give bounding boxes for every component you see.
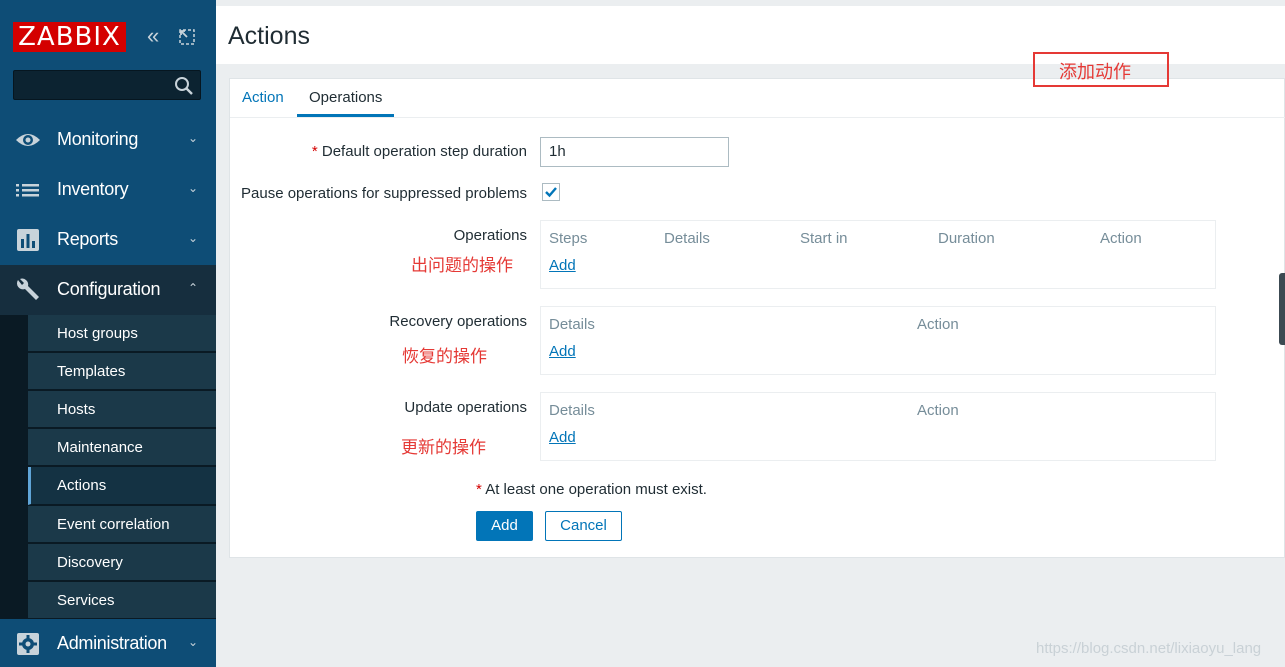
- menu-configuration[interactable]: Configuration ⌃: [0, 265, 216, 315]
- active-tab-indicator: [297, 114, 394, 117]
- column-header: Action: [917, 316, 959, 333]
- add-button[interactable]: Add: [476, 511, 533, 541]
- column-header: Details: [549, 402, 595, 419]
- sidebar-search-input[interactable]: [13, 70, 201, 100]
- submenu-templates[interactable]: Templates: [28, 353, 216, 390]
- operations-table: Steps Details Start in Duration Action A…: [540, 220, 1216, 289]
- hint-text: At least one operation must exist.: [485, 481, 707, 498]
- submenu-hosts[interactable]: Hosts: [28, 391, 216, 428]
- wrench-icon: [15, 278, 41, 302]
- operation-required-hint: * At least one operation must exist.: [476, 481, 707, 498]
- chevron-down-icon: ⌄: [188, 635, 199, 649]
- operations-note: 出问题的操作: [411, 256, 513, 276]
- submenu-label: Actions: [57, 477, 107, 494]
- pause-operations-label: Pause operations for suppressed problems: [241, 185, 527, 202]
- submenu-discovery[interactable]: Discovery: [28, 544, 216, 581]
- tab-action[interactable]: Action: [242, 89, 284, 106]
- zabbix-logo[interactable]: ZABBIX: [13, 22, 126, 52]
- submenu-label: Event correlation: [57, 516, 170, 533]
- submenu-label: Templates: [57, 363, 126, 380]
- submenu-label: Services: [57, 592, 115, 609]
- recovery-operations-table: Details Action Add: [540, 306, 1216, 375]
- collapse-sidebar-icon[interactable]: «: [147, 25, 167, 48]
- page-title: Actions: [228, 22, 310, 50]
- add-recovery-operation-link[interactable]: Add: [549, 343, 576, 360]
- menu-inventory[interactable]: Inventory ⌄: [0, 165, 216, 215]
- recovery-operations-label: Recovery operations: [389, 313, 527, 330]
- page-scrollbar-handle[interactable]: [1279, 273, 1285, 345]
- submenu-label: Host groups: [57, 325, 138, 342]
- recovery-operations-note: 恢复的操作: [402, 347, 487, 367]
- submenu-label: Hosts: [57, 401, 96, 418]
- chevron-up-icon: ⌃: [188, 281, 199, 295]
- submenu-label: Maintenance: [57, 439, 143, 456]
- chevron-down-icon: ⌄: [188, 231, 199, 245]
- menu-label: Monitoring: [57, 129, 139, 149]
- column-header: Duration: [938, 230, 995, 247]
- chevron-down-icon: ⌄: [188, 181, 199, 195]
- tab-operations[interactable]: Operations: [309, 89, 382, 106]
- menu-administration[interactable]: Administration ⌄: [0, 619, 216, 667]
- menu-reports[interactable]: Reports ⌄: [0, 215, 216, 265]
- eye-icon: [15, 128, 41, 152]
- column-header: Steps: [549, 230, 588, 247]
- column-header: Action: [1100, 230, 1142, 247]
- column-header: Details: [549, 316, 595, 333]
- watermark-text: https://blog.csdn.net/lixiaoyu_lang: [1036, 640, 1262, 657]
- chevron-down-icon: ⌄: [188, 131, 199, 145]
- column-header: Details: [664, 230, 710, 247]
- required-mark: *: [311, 143, 318, 160]
- menu-label: Reports: [57, 229, 118, 249]
- kiosk-mode-icon[interactable]: [178, 28, 196, 46]
- menu-label: Inventory: [57, 179, 129, 199]
- update-operations-note: 更新的操作: [401, 438, 486, 458]
- add-update-operation-link[interactable]: Add: [549, 429, 576, 446]
- configuration-submenu: Host groups Templates Hosts Maintenance …: [0, 315, 216, 619]
- menu-monitoring[interactable]: Monitoring ⌄: [0, 115, 216, 165]
- submenu-maintenance[interactable]: Maintenance: [28, 429, 216, 466]
- menu-label: Configuration: [57, 279, 161, 299]
- annotation-box: 添加动作: [1033, 52, 1169, 87]
- required-mark: *: [476, 481, 482, 498]
- add-operation-link[interactable]: Add: [549, 257, 576, 274]
- submenu-event-correlation[interactable]: Event correlation: [28, 506, 216, 543]
- step-duration-input[interactable]: 1h: [540, 137, 729, 167]
- step-duration-label-text: Default operation step duration: [321, 143, 527, 160]
- submenu-actions[interactable]: Actions: [28, 467, 216, 505]
- list-icon: [15, 178, 41, 202]
- submenu-label: Discovery: [57, 554, 123, 571]
- update-operations-table: Details Action Add: [540, 392, 1216, 461]
- action-form-panel: Action Operations * Default operation st…: [229, 78, 1285, 558]
- submenu-host-groups[interactable]: Host groups: [28, 315, 216, 352]
- sidebar: ZABBIX « Monitoring ⌄ Inventory ⌄ Report…: [0, 0, 216, 667]
- update-operations-label: Update operations: [404, 399, 527, 416]
- menu-label: Administration: [57, 633, 167, 653]
- search-icon[interactable]: [174, 76, 194, 96]
- cancel-button[interactable]: Cancel: [545, 511, 622, 541]
- step-duration-label: * Default operation step duration: [312, 143, 527, 160]
- operations-label: Operations: [453, 227, 527, 244]
- submenu-services[interactable]: Services: [28, 582, 216, 619]
- annotation-text: 添加动作: [1059, 62, 1131, 83]
- bar-chart-icon: [15, 228, 41, 252]
- column-header: Start in: [800, 230, 848, 247]
- checkmark-icon: [545, 187, 557, 198]
- pause-operations-checkbox[interactable]: [542, 183, 560, 201]
- gear-icon: [15, 632, 41, 656]
- column-header: Action: [917, 402, 959, 419]
